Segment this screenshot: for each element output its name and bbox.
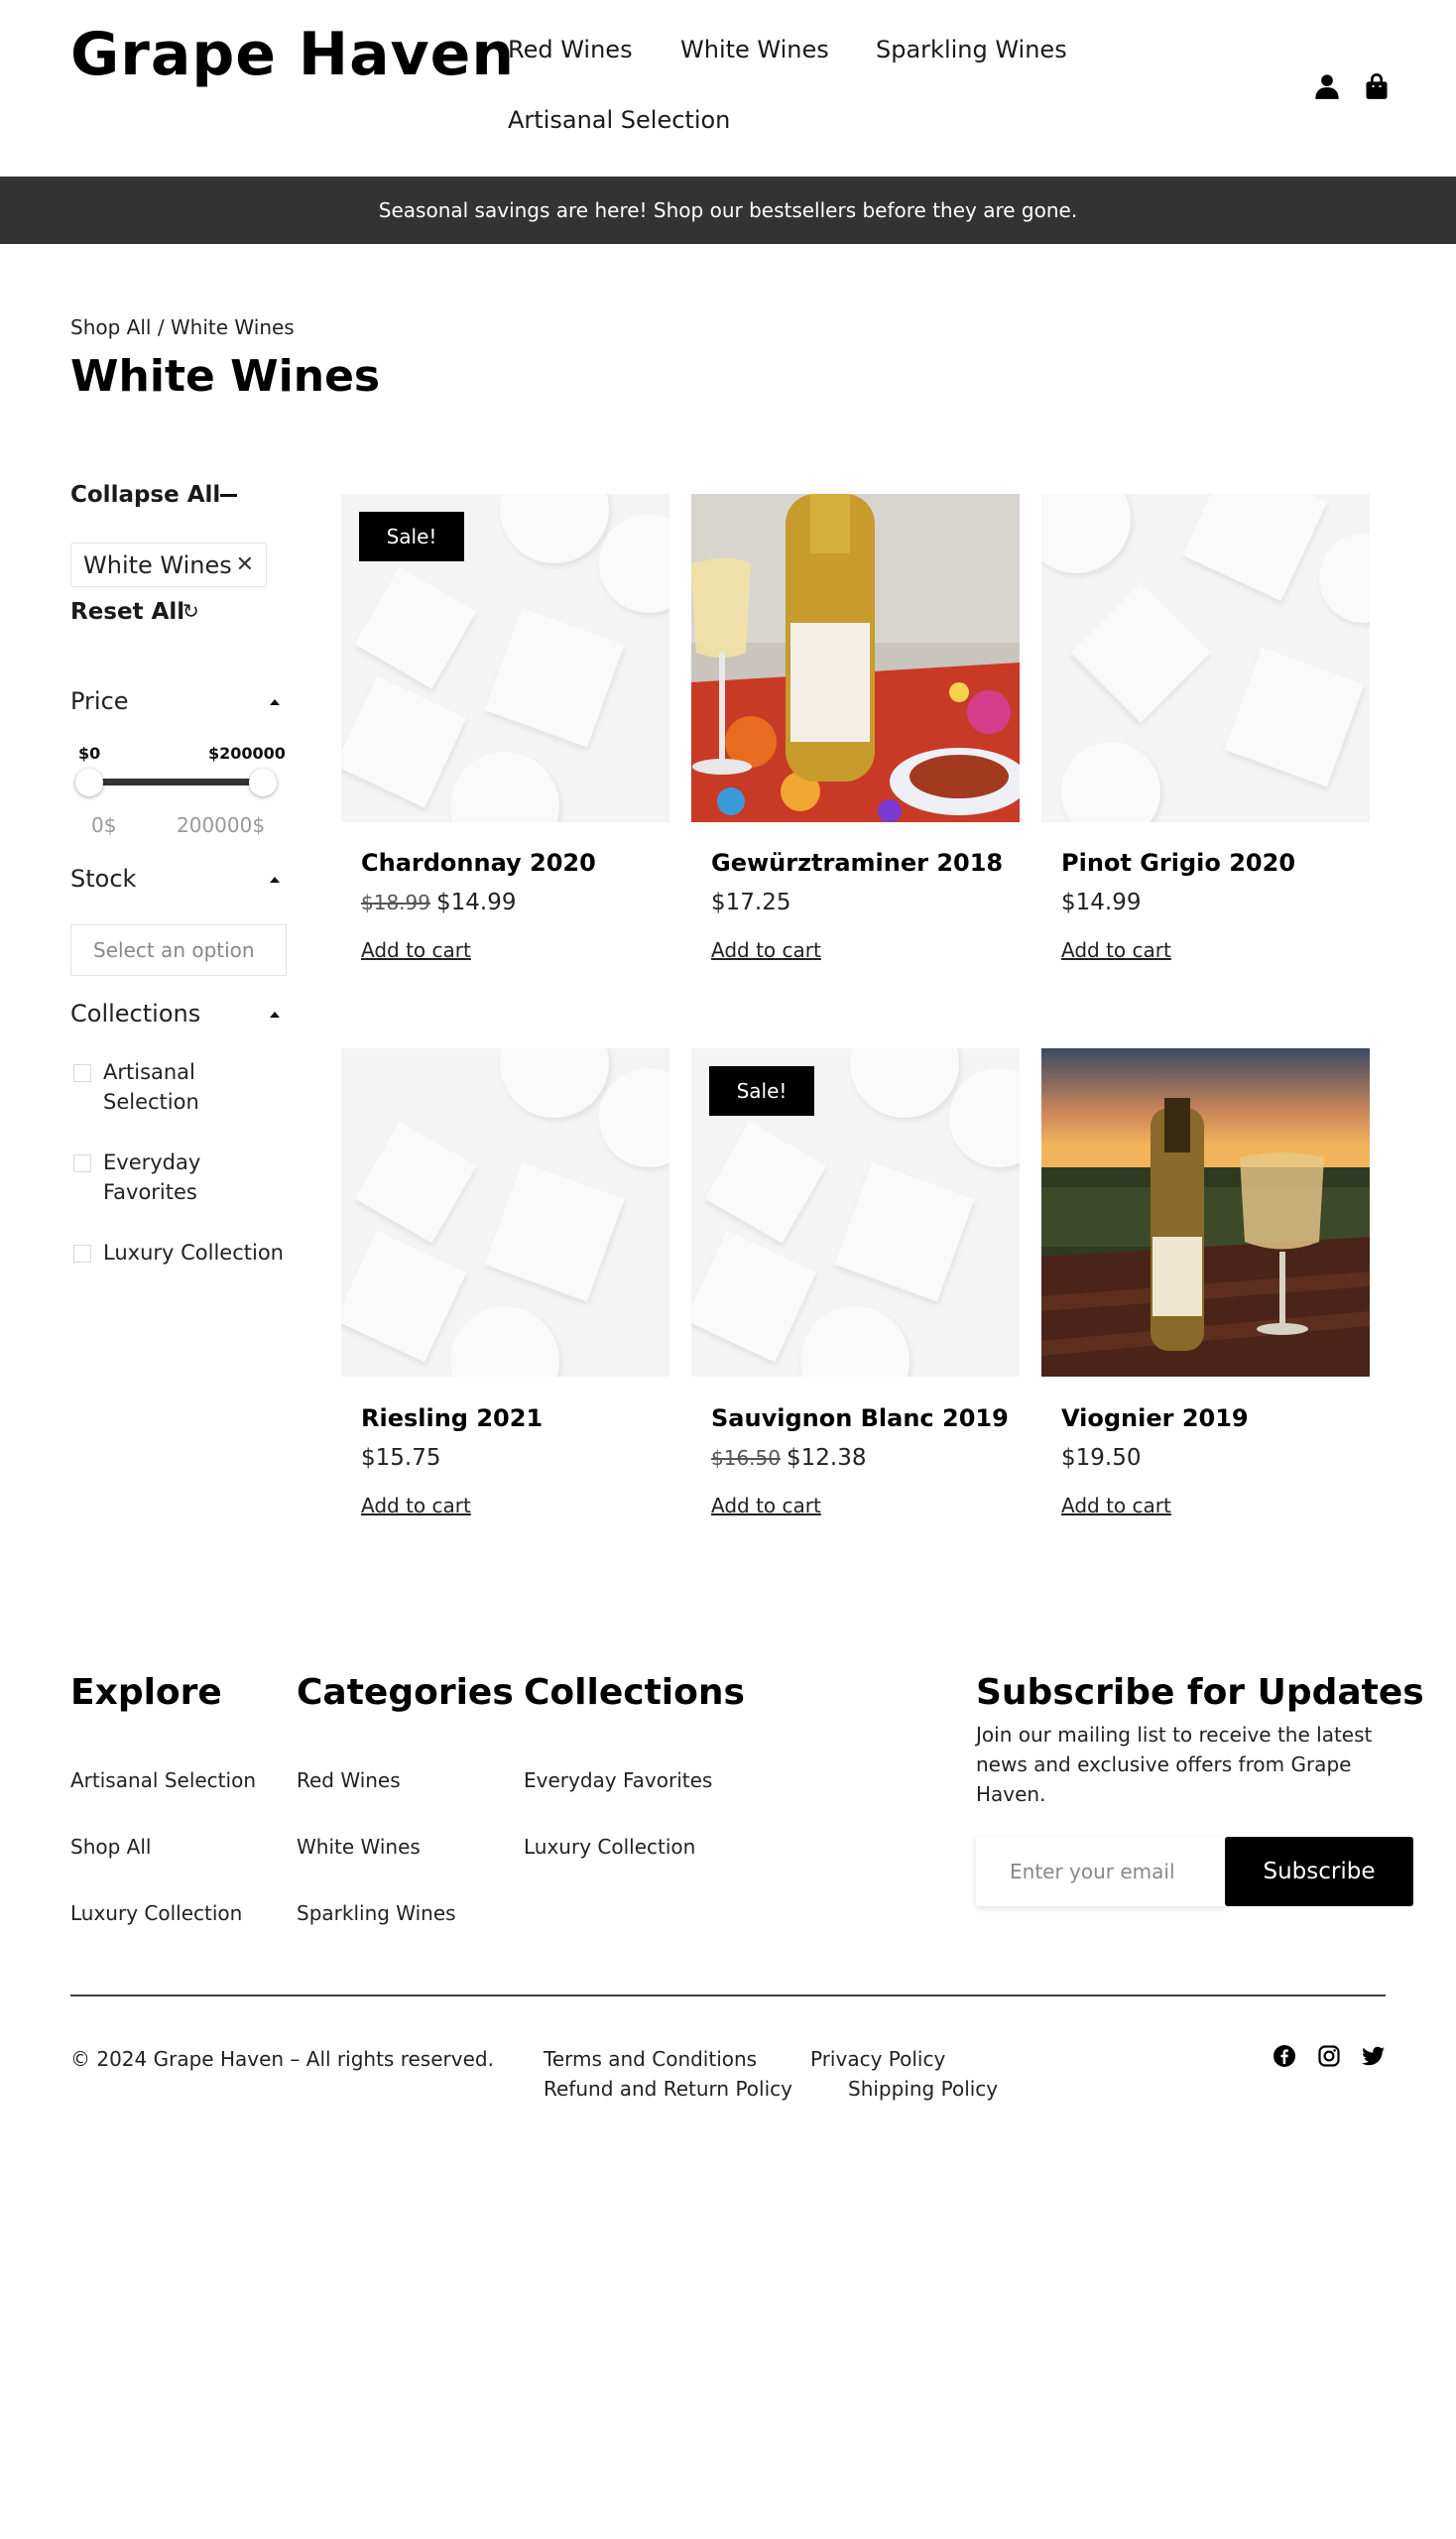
product-name[interactable]: Chardonnay 2020 [361,849,596,877]
add-to-cart-button[interactable]: Add to cart [711,938,821,962]
collection-label-artisanal[interactable]: Artisanal Selection [103,1057,262,1117]
instagram-icon[interactable] [1317,2044,1341,2068]
product-price: $19.50 [1061,1445,1142,1471]
product-name[interactable]: Viognier 2019 [1061,1404,1249,1432]
price-slider-min-handle[interactable] [75,769,103,796]
collection-label-luxury[interactable]: Luxury Collection [103,1238,284,1268]
product-old-price: $16.50 [711,1446,781,1470]
footer-link[interactable]: Red Wines [297,1768,401,1792]
nav-item-white-wines[interactable]: White Wines [680,36,829,63]
nav-item-sparkling-wines[interactable]: Sparkling Wines [876,36,1067,63]
product-name[interactable]: Pinot Grigio 2020 [1061,849,1295,877]
price-slider-max-handle[interactable] [249,769,277,796]
product-image-photo[interactable] [691,494,1020,822]
stock-select[interactable]: Select an option [70,924,287,976]
add-to-cart-button[interactable]: Add to cart [361,1494,471,1517]
footer-collections-title: Collections [524,1672,745,1713]
subscribe-title: Subscribe for Updates [976,1672,1424,1713]
product-price: $14.99 [1061,890,1142,915]
product-image-photo[interactable] [1041,1048,1370,1377]
active-filter-label: White Wines [83,550,232,579]
product-image-placeholder[interactable]: Sale! [691,1048,1020,1377]
collections-filter-title[interactable]: Collections [70,1000,200,1028]
close-icon[interactable]: ✕ [236,552,254,577]
active-filter-chip[interactable]: White Wines ✕ [70,543,267,587]
user-icon[interactable] [1313,72,1341,100]
add-to-cart-button[interactable]: Add to cart [1061,1494,1171,1517]
wine-bottle-photo [691,494,1020,822]
collapse-all-button[interactable]: Collapse All [70,482,220,508]
nav-item-red-wines[interactable]: Red Wines [508,36,633,63]
copyright-text: © 2024 Grape Haven – All rights reserved… [70,2047,494,2071]
product-price: $17.25 [711,890,791,915]
product-image-placeholder[interactable] [341,1048,669,1377]
privacy-link[interactable]: Privacy Policy [810,2047,945,2071]
product-price: $18.99 $14.99 [361,890,516,915]
add-to-cart-button[interactable]: Add to cart [361,938,471,962]
footer-link[interactable]: Everyday Favorites [524,1768,712,1792]
email-input[interactable] [976,1837,1226,1906]
chevron-up-icon[interactable] [270,877,280,883]
collection-checkbox-everyday[interactable] [73,1154,91,1172]
collection-checkbox-luxury[interactable] [73,1245,91,1263]
add-to-cart-button[interactable]: Add to cart [1061,938,1171,962]
footer-categories-title: Categories [297,1672,514,1713]
add-to-cart-button[interactable]: Add to cart [711,1494,821,1517]
collection-checkbox-artisanal[interactable] [73,1064,91,1082]
refresh-icon[interactable]: ↻ [182,599,199,623]
footer-link[interactable]: Luxury Collection [524,1835,695,1859]
nav-item-artisanal-selection[interactable]: Artisanal Selection [508,106,730,134]
breadcrumb[interactable]: Shop All / White Wines [70,315,295,339]
shopping-bag-icon[interactable] [1363,72,1391,100]
announcement-bar: Seasonal savings are here! Shop our best… [0,177,1456,244]
minus-icon[interactable] [220,494,237,497]
twitter-icon[interactable] [1362,2044,1386,2068]
footer-link[interactable]: Sparkling Wines [297,1901,456,1925]
refund-link[interactable]: Refund and Return Policy [544,2077,792,2101]
footer-link[interactable]: Luxury Collection [70,1901,242,1925]
page-title: White Wines [70,351,381,402]
product-name[interactable]: Riesling 2021 [361,1404,543,1432]
product-image-placeholder[interactable]: Sale! [341,494,669,822]
sale-badge: Sale! [359,512,464,561]
product-image-placeholder[interactable] [1041,494,1370,822]
site-logo[interactable]: Grape Haven [70,20,515,89]
facebook-icon[interactable] [1273,2044,1296,2068]
footer-link[interactable]: Shop All [70,1835,151,1859]
subscribe-button[interactable]: Subscribe [1225,1837,1413,1906]
price-slider-track[interactable] [87,779,262,786]
sale-badge: Sale! [709,1066,814,1116]
product-old-price: $18.99 [361,891,430,914]
product-price: $16.50 $12.38 [711,1445,866,1471]
footer-link[interactable]: White Wines [297,1835,421,1859]
chevron-up-icon[interactable] [270,1012,280,1018]
footer-explore-title: Explore [70,1672,222,1713]
collection-label-everyday[interactable]: Everyday Favorites [103,1148,262,1207]
stock-filter-title[interactable]: Stock [70,865,136,893]
price-filter-title[interactable]: Price [70,687,129,715]
terms-link[interactable]: Terms and Conditions [544,2047,757,2071]
reset-all-button[interactable]: Reset All [70,599,184,625]
price-min-value: 0$ [91,813,117,837]
site-header: Grape Haven Red Wines White Wines Sparkl… [0,0,1456,177]
footer-link[interactable]: Artisanal Selection [70,1768,256,1792]
subscribe-description: Join our mailing list to receive the lat… [976,1723,1373,1806]
price-min-label: $0 [78,744,101,763]
price-max-value: 200000$ [177,813,266,837]
product-name[interactable]: Sauvignon Blanc 2019 [711,1404,1009,1432]
product-sale-price: $12.38 [786,1445,867,1471]
product-sale-price: $14.99 [435,890,517,915]
product-price: $15.75 [361,1445,441,1471]
price-max-label: $200000 [208,744,286,763]
chevron-up-icon[interactable] [270,699,280,705]
product-name[interactable]: Gewürztraminer 2018 [711,849,1003,877]
sunset-vineyard-photo [1041,1048,1370,1377]
footer-divider [70,1995,1386,1996]
shipping-link[interactable]: Shipping Policy [848,2077,998,2101]
